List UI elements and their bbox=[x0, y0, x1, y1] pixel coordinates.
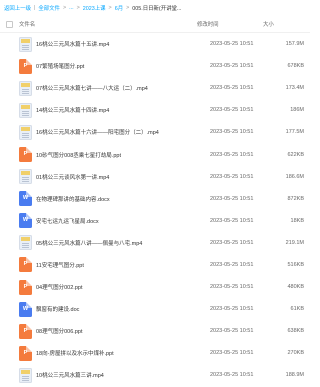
video-file-icon bbox=[19, 367, 32, 383]
modified-date: 2023-05-25 10:51 bbox=[210, 350, 254, 357]
ppt-file-icon: P bbox=[19, 147, 32, 163]
file-name[interactable]: 16桃公三元风水篇十五讲.mp4 bbox=[36, 40, 196, 48]
file-name[interactable]: 01桃公三元谈风水第一讲.mp4 bbox=[36, 173, 196, 181]
modified-date: 2023-05-25 10:51 bbox=[210, 63, 254, 70]
table-row[interactable]: 10桃公三元风水篇三讲.mp4 2023-05-25 10:51 188.9M bbox=[0, 364, 310, 386]
file-size: 177.5M bbox=[285, 129, 304, 136]
file-size: 157.9M bbox=[285, 41, 304, 48]
file-size: 622KB bbox=[287, 151, 304, 158]
file-size: 188.9M bbox=[285, 372, 304, 379]
word-file-icon: W bbox=[19, 191, 32, 207]
file-size: 270KB bbox=[287, 350, 304, 357]
video-file-icon bbox=[19, 169, 32, 185]
file-size: 18KB bbox=[290, 217, 304, 224]
modified-date: 2023-05-25 10:51 bbox=[210, 151, 254, 158]
video-file-icon bbox=[19, 36, 32, 52]
file-size: 186M bbox=[290, 107, 304, 114]
file-size: 872KB bbox=[287, 195, 304, 202]
video-file-icon bbox=[19, 80, 32, 96]
select-all-checkbox[interactable] bbox=[6, 20, 13, 28]
file-name[interactable]: 08理气图分006.ppt bbox=[36, 327, 196, 335]
column-header-date[interactable]: 修改时间 bbox=[197, 20, 253, 28]
table-row[interactable]: 07桃公三元风水篇七讲——八大运（二）.mp4 2023-05-25 10:51 1… bbox=[0, 77, 310, 99]
table-row[interactable]: P 04理气图分002.ppt 2023-05-25 10:51 480KB bbox=[0, 276, 310, 298]
table-row[interactable]: 01桃公三元谈风水第一讲.mp4 2023-05-25 10:51 186.6M bbox=[0, 166, 310, 188]
ppt-file-icon: P bbox=[19, 323, 32, 339]
modified-date: 2023-05-25 10:51 bbox=[210, 85, 254, 92]
ppt-file-icon: P bbox=[19, 58, 32, 74]
table-row[interactable]: P 07繁殖场笔图分.ppt 2023-05-25 10:51 678KB bbox=[0, 55, 310, 77]
breadcrumb-chevron: > bbox=[108, 5, 112, 11]
table-row[interactable]: P 11安宅理气图分.ppt 2023-05-25 10:51 516KB bbox=[0, 254, 310, 276]
table-header: 文件名 修改时间 大小 bbox=[0, 16, 310, 33]
file-name[interactable]: 16桃公三元风水篇十六讲——阳宅图分（二）.mp4 bbox=[36, 128, 196, 136]
file-name[interactable]: 07桃公三元风水篇七讲——八大运（二）.mp4 bbox=[36, 84, 196, 92]
file-name[interactable]: 18向-房屋拼以及水示中煤补.ppt bbox=[36, 349, 196, 357]
file-name[interactable]: 10砂气图分008丞乘七星打劫局.ppt bbox=[36, 151, 196, 159]
file-size: 480KB bbox=[287, 284, 304, 291]
breadcrumb-separator: | bbox=[33, 5, 36, 11]
file-name[interactable]: 10桃公三元风水篇三讲.mp4 bbox=[36, 371, 196, 379]
modified-date: 2023-05-25 10:51 bbox=[210, 217, 254, 224]
modified-date: 2023-05-25 10:51 bbox=[210, 41, 254, 48]
file-name[interactable]: 05桃公三元风水篇八讲——佩曼与八宅.mp4 bbox=[36, 239, 196, 247]
table-row[interactable]: P 18向-房屋拼以及水示中煤补.ppt 2023-05-25 10:51 270KB bbox=[0, 342, 310, 364]
table-row[interactable]: W 飘窗有的建设.doc 2023-05-25 10:51 61KB bbox=[0, 298, 310, 320]
back-link[interactable]: 返回上一级 bbox=[4, 4, 31, 12]
video-file-icon bbox=[19, 235, 32, 251]
breadcrumb-ellipsis[interactable]: ... bbox=[69, 5, 74, 11]
breadcrumb: 返回上一级 | 全部文件 > ... > 2023上课 > 6月 > 005.日… bbox=[0, 0, 310, 16]
table-row[interactable]: 16桃公三元风水篇十五讲.mp4 2023-05-25 10:51 157.9M bbox=[0, 33, 310, 55]
breadcrumb-folder-2023[interactable]: 2023上课 bbox=[83, 4, 106, 12]
file-size: 678KB bbox=[287, 63, 304, 70]
ppt-file-icon: P bbox=[19, 345, 32, 361]
file-name[interactable]: 11安宅理气图分.ppt bbox=[36, 261, 196, 269]
table-row[interactable]: P 08理气图分006.ppt 2023-05-25 10:51 638KB bbox=[0, 320, 310, 342]
modified-date: 2023-05-25 10:51 bbox=[210, 306, 254, 313]
file-name[interactable]: 在物理碑那讲的基础内容.docx bbox=[36, 195, 196, 203]
modified-date: 2023-05-25 10:51 bbox=[210, 129, 254, 136]
table-row[interactable]: 05桃公三元风水篇八讲——佩曼与八宅.mp4 2023-05-25 10:51 21… bbox=[0, 232, 310, 254]
file-name[interactable]: 04理气图分002.ppt bbox=[36, 283, 196, 291]
modified-date: 2023-05-25 10:51 bbox=[210, 261, 254, 268]
breadcrumb-chevron: > bbox=[76, 5, 80, 11]
breadcrumb-chevron: > bbox=[126, 5, 130, 11]
file-size: 186.6M bbox=[285, 173, 304, 180]
modified-date: 2023-05-25 10:51 bbox=[210, 239, 254, 246]
file-size: 61KB bbox=[290, 306, 304, 313]
table-row[interactable]: W 在物理碑那讲的基础内容.docx 2023-05-25 10:51 872KB bbox=[0, 188, 310, 210]
file-list: 16桃公三元风水篇十五讲.mp4 2023-05-25 10:51 157.9M P 0… bbox=[0, 33, 310, 387]
all-files-link[interactable]: 全部文件 bbox=[38, 4, 60, 12]
word-file-icon: W bbox=[19, 213, 32, 229]
ppt-file-icon: P bbox=[19, 257, 32, 273]
video-file-icon bbox=[19, 102, 32, 118]
ppt-file-icon: P bbox=[19, 279, 32, 295]
table-row[interactable]: P 10砂气图分008丞乘七星打劫局.ppt 2023-05-25 10:51 622… bbox=[0, 143, 310, 165]
modified-date: 2023-05-25 10:51 bbox=[210, 284, 254, 291]
file-size: 173.4M bbox=[285, 85, 304, 92]
modified-date: 2023-05-25 10:51 bbox=[210, 173, 254, 180]
file-size: 638KB bbox=[287, 328, 304, 335]
breadcrumb-chevron: > bbox=[62, 5, 67, 11]
video-file-icon bbox=[19, 124, 32, 140]
column-header-name[interactable]: 文件名 bbox=[19, 20, 197, 28]
table-row[interactable]: W 安宅七运九运飞星局.docx 2023-05-25 10:51 18KB bbox=[0, 210, 310, 232]
modified-date: 2023-05-25 10:51 bbox=[210, 107, 254, 114]
file-name[interactable]: 安宅七运九运飞星局.docx bbox=[36, 217, 196, 225]
file-size: 516KB bbox=[287, 261, 304, 268]
breadcrumb-current: 005.日日新(开讲堂... bbox=[132, 6, 182, 12]
table-row[interactable]: 16桃公三元风水篇十六讲——阳宅图分（二）.mp4 2023-05-25 10:5… bbox=[0, 121, 310, 143]
file-name[interactable]: 07繁殖场笔图分.ppt bbox=[36, 62, 196, 70]
breadcrumb-folder-june[interactable]: 6月 bbox=[115, 4, 123, 12]
word-file-icon: W bbox=[19, 301, 32, 317]
modified-date: 2023-05-25 10:51 bbox=[210, 372, 254, 379]
column-header-size[interactable]: 大小 bbox=[253, 20, 303, 28]
file-name[interactable]: 飘窗有的建设.doc bbox=[36, 305, 196, 313]
modified-date: 2023-05-25 10:51 bbox=[210, 328, 254, 335]
file-size: 219.1M bbox=[285, 239, 304, 246]
file-name[interactable]: 14桃公三元风水篇十四讲.mp4 bbox=[36, 106, 196, 114]
modified-date: 2023-05-25 10:51 bbox=[210, 195, 254, 202]
table-row[interactable]: 14桃公三元风水篇十四讲.mp4 2023-05-25 10:51 186M bbox=[0, 99, 310, 121]
